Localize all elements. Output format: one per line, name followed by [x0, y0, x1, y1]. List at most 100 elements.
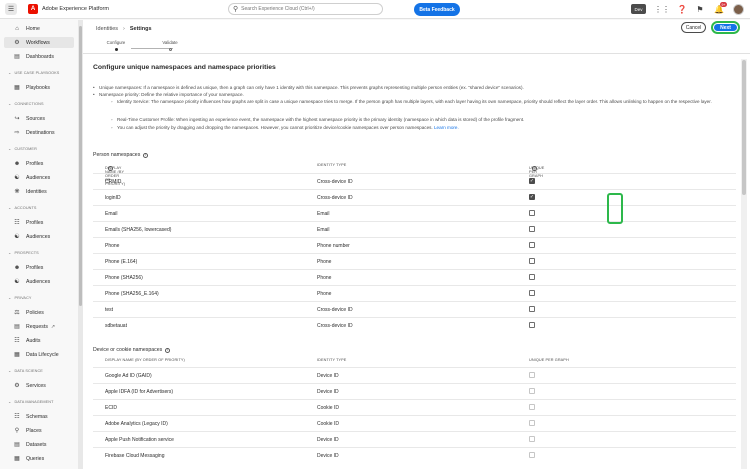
app-title: Adobe Experience Platform	[42, 6, 109, 12]
help-icon[interactable]: ❓	[677, 4, 687, 14]
sidebar-item-customer-audiences[interactable]: ☯ Audiences	[4, 172, 74, 183]
identities-icon: ❋	[14, 189, 20, 195]
home-icon: ⌂	[15, 25, 19, 32]
person-row-email[interactable]: Email Email	[93, 205, 736, 221]
sidebar-item-dashboards[interactable]: ▤ Dashboards	[4, 51, 74, 62]
person-row-crmid[interactable]: CRMID Cross-device ID ✓	[93, 173, 736, 189]
next-button-highlight: Next	[711, 21, 740, 34]
device-row-idfa[interactable]: Apple IDFA (ID for Advertisers) Device ID	[93, 383, 736, 399]
sidebar-item-playbooks[interactable]: ▦ Playbooks	[4, 82, 74, 93]
column-header-identity-type: IDENTITY TYPE	[317, 163, 347, 167]
unique-checkbox[interactable]: ✓	[529, 178, 535, 184]
unique-checkbox[interactable]	[529, 306, 535, 312]
sidebar-item-audits[interactable]: ☷ Audits	[4, 335, 74, 346]
sidebar-item-customer-profiles[interactable]: ☻ Profiles	[4, 158, 74, 169]
unique-checkbox[interactable]	[529, 210, 535, 216]
info-icon[interactable]: i	[532, 166, 537, 171]
unique-checkbox[interactable]	[529, 226, 535, 232]
person-row-phone-sha256[interactable]: Phone (SHA256) Phone	[93, 269, 736, 285]
sidebar-item-prospects-profiles[interactable]: ☻ Profiles	[4, 262, 74, 273]
sidebar-item-sources[interactable]: ↪ Sources	[4, 113, 74, 124]
sidebar-section-data-management[interactable]: ⌄ DATA MANAGEMENT	[8, 399, 54, 404]
search-input[interactable]	[241, 6, 372, 12]
person-row-sdbetauat[interactable]: sdbetauat Cross-device ID	[93, 317, 736, 333]
sidebar-item-destinations[interactable]: ⇨ Destinations	[4, 127, 74, 138]
unique-checkbox[interactable]	[529, 258, 535, 264]
sidebar-item-queries[interactable]: ▦ Queries	[4, 453, 74, 464]
sidebar-item-workflows[interactable]: ⚙ Workflows	[4, 37, 74, 48]
column-header-identity-type: IDENTITY TYPE	[317, 358, 347, 362]
sidebar-item-datasets[interactable]: ▤ Datasets	[4, 439, 74, 450]
external-link-icon: ↗	[50, 323, 56, 330]
sidebar-section-accounts[interactable]: ⌄ ACCOUNTS	[8, 205, 37, 210]
avatar[interactable]	[733, 4, 744, 15]
device-row-apns[interactable]: Apple Push Notification service Device ID	[93, 431, 736, 447]
person-namespaces-title: Person namespaces i	[93, 152, 149, 158]
sandbox-badge[interactable]: Dev	[631, 4, 646, 14]
unique-checkbox-disabled	[529, 372, 535, 378]
next-button[interactable]: Next	[714, 24, 737, 31]
sidebar-section-connections[interactable]: ⌄ CONNECTIONS	[8, 101, 44, 106]
sidebar-item-prospects-audiences[interactable]: ☯ Audiences	[4, 276, 74, 287]
sidebar-item-accounts-profiles[interactable]: ☷ Profiles	[4, 217, 74, 228]
device-row-fcm[interactable]: Firebase Cloud Messaging Device ID	[93, 447, 736, 463]
cancel-button[interactable]: Cancel	[681, 22, 706, 33]
info-icon[interactable]: i	[165, 347, 171, 353]
places-icon: ⚲	[14, 428, 20, 434]
device-row-gaid[interactable]: Google Ad ID (GAID) Device ID	[93, 367, 736, 383]
sidebar-item-requests[interactable]: ▤ Requests ↗	[4, 321, 74, 332]
sidebar-item-accounts-audiences[interactable]: ☯ Audiences	[4, 231, 74, 242]
person-row-phone-e164[interactable]: Phone (E.164) Phone	[93, 253, 736, 269]
hamburger-icon[interactable]: ☰	[5, 3, 17, 15]
unique-checkbox[interactable]	[529, 290, 535, 296]
sidebar-item-schemas[interactable]: ☷ Schemas	[4, 411, 74, 422]
chevron-down-icon: ⌄	[8, 368, 12, 373]
sidebar-section-prospects[interactable]: ⌄ PROSPECTS	[8, 250, 39, 255]
column-header-display-name: DISPLAY NAME (BY ORDER OF PRIORITY)	[105, 358, 185, 362]
announcements-icon[interactable]: ⚑	[695, 4, 705, 14]
apps-grid-icon[interactable]: ⋮⋮	[654, 4, 670, 14]
sidebar-item-home[interactable]: ⌂ Home	[4, 23, 74, 34]
sidebar-section-data-science[interactable]: ⌄ DATA SCIENCE	[8, 368, 43, 373]
sidebar-item-policies[interactable]: ⚖ Policies	[4, 307, 74, 318]
sidebar-section-privacy[interactable]: ⌄ PRIVACY	[8, 295, 32, 300]
device-row-adobe-analytics[interactable]: Adobe Analytics (Legacy ID) Cookie ID	[93, 415, 736, 431]
unique-checkbox[interactable]: ✓	[529, 194, 535, 200]
person-row-emails-sha256[interactable]: Emails (SHA256, lowercased) Email	[93, 221, 736, 237]
sidebar-section-use-case-playbooks[interactable]: ⌄ USE CASE PLAYBOOKS	[8, 70, 59, 75]
sidebar-item-data-lifecycle[interactable]: ▦ Data Lifecycle	[4, 349, 74, 360]
device-row-ecid[interactable]: ECID Cookie ID	[93, 399, 736, 415]
content-scrollbar-thumb[interactable]	[742, 60, 746, 195]
device-table-header: DISPLAY NAME (BY ORDER OF PRIORITY) IDEN…	[93, 355, 736, 365]
sidebar-item-services[interactable]: ⚙ Services	[4, 380, 74, 391]
sidebar-section-customer[interactable]: ⌄ CUSTOMER	[8, 146, 37, 151]
sidebar-item-identities[interactable]: ❋ Identities	[4, 186, 74, 197]
unique-checkbox-disabled	[529, 452, 535, 458]
step-configure[interactable]: Configure	[101, 40, 131, 51]
info-icon[interactable]: i	[108, 166, 113, 171]
person-row-phone-sha256-e164[interactable]: Phone (SHA256_E.164) Phone	[93, 285, 736, 301]
step-validate[interactable]: Validate	[155, 40, 185, 51]
beta-feedback-button[interactable]: Beta Feedback	[414, 3, 460, 16]
sidebar-item-places[interactable]: ⚲ Places	[4, 425, 74, 436]
unique-checkbox[interactable]	[529, 274, 535, 280]
adobe-logo: A	[28, 4, 38, 14]
breadcrumb-identities[interactable]: Identities	[96, 26, 118, 32]
chevron-right-icon: ›	[123, 26, 125, 32]
learn-more-link[interactable]: Learn more.	[434, 125, 459, 130]
person-row-phone[interactable]: Phone Phone number	[93, 237, 736, 253]
person-row-test[interactable]: test Cross-device ID	[93, 301, 736, 317]
info-icon[interactable]: i	[143, 152, 149, 158]
sub-bullet-identity-service: ◦ Identity Service: The namespace priorit…	[111, 99, 712, 104]
person-row-loginid[interactable]: loginID Cross-device ID ✓	[93, 189, 736, 205]
unique-checkbox[interactable]	[529, 322, 535, 328]
device-namespaces-title: Device or cookie namespaces i	[93, 347, 171, 353]
chevron-down-icon: ⌄	[8, 101, 12, 106]
step-dot-active	[114, 48, 118, 51]
search-box[interactable]: ⚲	[228, 3, 383, 15]
unique-checkbox[interactable]	[529, 242, 535, 248]
sidebar-scrollbar-thumb[interactable]	[79, 26, 82, 306]
notification-badge: 9+	[720, 2, 727, 7]
audiences-icon: ☯	[14, 279, 20, 285]
audiences-icon: ☯	[14, 175, 20, 181]
